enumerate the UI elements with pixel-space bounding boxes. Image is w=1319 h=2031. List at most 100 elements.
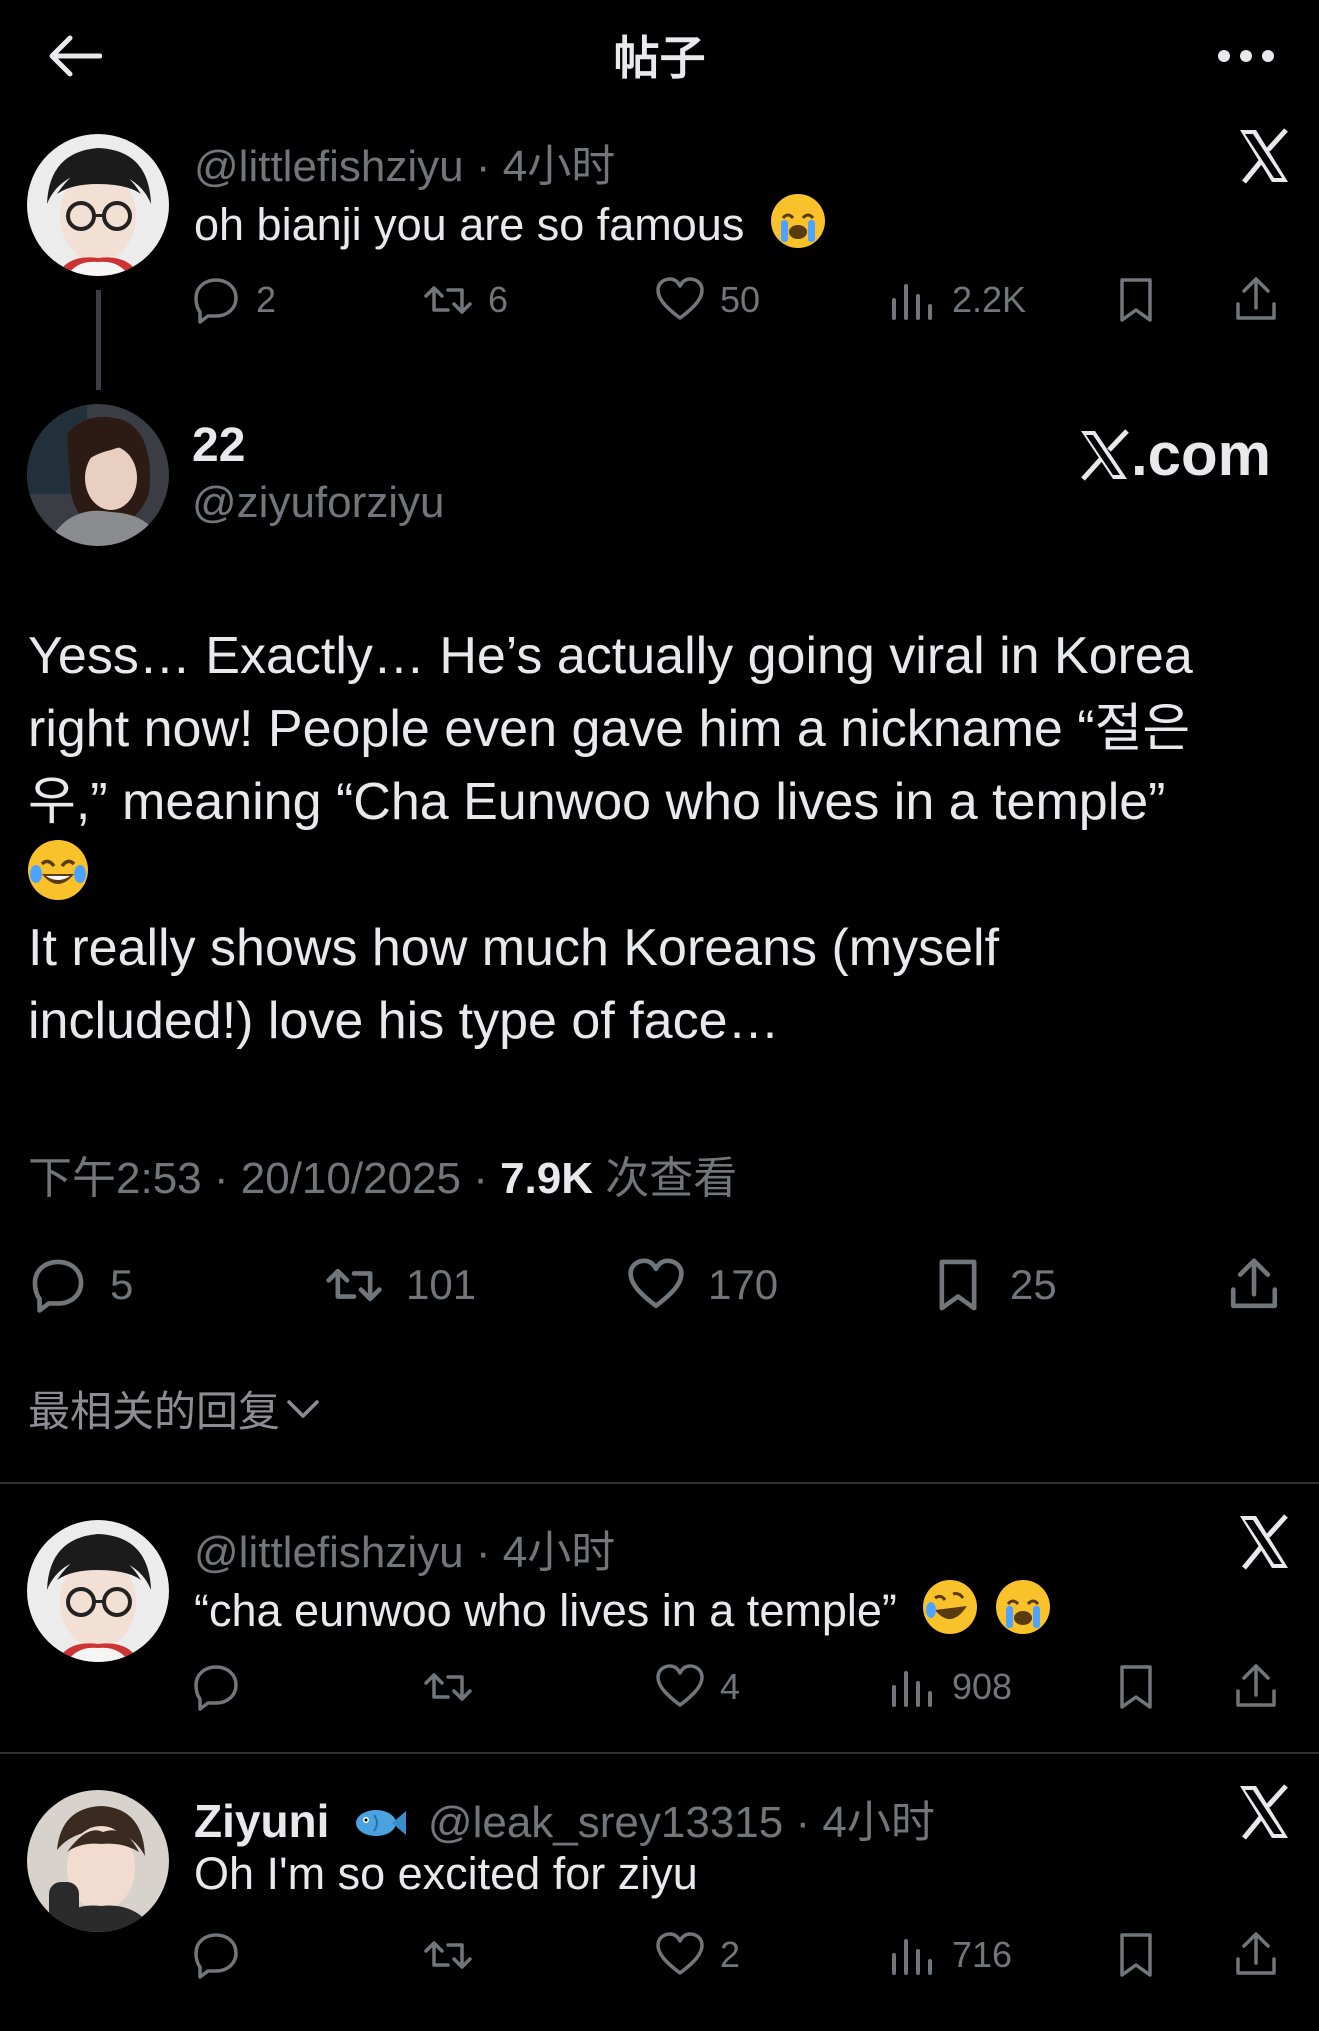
bookmark-icon: [1120, 278, 1152, 322]
reply-button[interactable]: 2: [190, 265, 276, 335]
x-logo-icon: [1080, 428, 1129, 481]
thread-connector: [96, 290, 101, 390]
chevron-down-icon: [287, 1399, 319, 1418]
analytics-icon: [892, 284, 932, 320]
view-count: 716: [952, 1934, 1013, 1975]
analytics-icon: [892, 1939, 932, 1975]
tweet-text: oh bianji you are so famous: [194, 194, 825, 251]
tweet-meta: @littlefishziyu · 4小时: [194, 1516, 615, 1580]
heart-icon: [628, 1258, 684, 1309]
avatar[interactable]: [27, 1520, 169, 1662]
retweet-button[interactable]: 6: [422, 265, 508, 335]
tweet-time[interactable]: 4小时: [503, 142, 615, 191]
x-logo-icon: [1234, 126, 1294, 186]
bookmark-icon: [1120, 1665, 1152, 1709]
like-button[interactable]: 4: [654, 1652, 740, 1722]
views-button[interactable]: 908: [886, 1652, 1012, 1722]
reply-count: 5: [110, 1261, 134, 1308]
reply-button[interactable]: [190, 1652, 256, 1722]
reply-icon: [194, 1665, 238, 1711]
meta-separator: ·: [460, 1154, 501, 1203]
avatar[interactable]: [27, 404, 169, 546]
retweet-count: 6: [488, 279, 509, 320]
meta-separator: ·: [463, 142, 503, 191]
tweet-handle[interactable]: @littlefishziyu: [194, 142, 464, 191]
avatar[interactable]: [27, 1790, 169, 1932]
view-count: 2.2K: [952, 279, 1027, 320]
like-count: 2: [720, 1934, 741, 1975]
heart-icon: [656, 1664, 704, 1707]
post-emoji-line: [28, 839, 1268, 912]
views-label: 次查看: [605, 1154, 738, 1203]
sort-label: 最相关的回复: [28, 1388, 281, 1435]
tweet-handle[interactable]: @littlefishziyu: [194, 1528, 464, 1577]
retweet-icon: [424, 286, 472, 314]
meta-separator: ·: [463, 1528, 503, 1577]
rofl-emoji-icon: [923, 1580, 978, 1634]
retweet-icon: [424, 1941, 472, 1969]
retweet-button[interactable]: [422, 1652, 488, 1722]
author-handle[interactable]: @ziyuforziyu: [192, 478, 445, 528]
reply-sort-dropdown[interactable]: 最相关的回复: [28, 1378, 320, 1439]
reply-button[interactable]: [190, 1920, 256, 1990]
crying-emoji-icon: [995, 1580, 1050, 1634]
share-icon: [1230, 1258, 1278, 1309]
avatar[interactable]: [27, 134, 169, 276]
avatar-image: [27, 1790, 169, 1932]
avatar-image: [27, 404, 169, 546]
tweet-text-content: Oh I'm so excited for ziyu: [194, 1848, 698, 1899]
views-button[interactable]: 2.2K: [886, 265, 1026, 335]
views-button[interactable]: 716: [886, 1920, 1012, 1990]
bookmark-button[interactable]: [1110, 265, 1162, 335]
retweet-icon: [326, 1268, 382, 1302]
post-line: 우,” meaning “Cha Eunwoo who lives in a t…: [28, 773, 1166, 831]
tweet-actions: 2 6 50 2.2K: [190, 265, 1290, 335]
x-logo-icon: [1234, 1782, 1294, 1842]
tweet-text-content: “cha eunwoo who lives in a temple”: [194, 1585, 897, 1636]
avatar-image: [27, 134, 169, 276]
share-button[interactable]: [1230, 265, 1282, 335]
watermark-text: .com: [1130, 421, 1271, 488]
retweet-button[interactable]: [422, 1920, 488, 1990]
retweet-button[interactable]: 101: [324, 1245, 476, 1325]
reply-icon: [32, 1259, 84, 1313]
avatar-image: [27, 1520, 169, 1662]
bookmark-button[interactable]: [1110, 1652, 1162, 1722]
like-button[interactable]: 170: [626, 1245, 778, 1325]
share-icon: [1236, 1932, 1276, 1975]
divider: [0, 1752, 1319, 1754]
reply-count: 2: [256, 279, 277, 320]
tweet-time[interactable]: 4小时: [822, 1798, 934, 1847]
more-icon: [1218, 50, 1274, 62]
post-view-count: 7.9K: [500, 1154, 594, 1203]
bookmark-count: 25: [1010, 1261, 1057, 1308]
crying-emoji-icon: [770, 194, 825, 248]
post-date[interactable]: 20/10/2025: [241, 1154, 461, 1203]
share-button[interactable]: [1230, 1920, 1282, 1990]
share-button[interactable]: [1224, 1245, 1284, 1325]
share-button[interactable]: [1230, 1652, 1282, 1722]
page-title: 帖子: [613, 32, 706, 84]
tweet-handle[interactable]: @leak_srey13315: [428, 1798, 783, 1847]
tweet-actions: 2 716: [190, 1920, 1290, 1990]
like-button[interactable]: 50: [654, 265, 760, 335]
post-time[interactable]: 下午2:53: [28, 1154, 202, 1203]
tweet-meta: Ziyuni @leak_srey13315 · 4小时: [194, 1786, 935, 1854]
watermark: .com: [1077, 420, 1271, 489]
tweet-time[interactable]: 4小时: [503, 1528, 615, 1577]
author-name[interactable]: 22: [192, 418, 245, 473]
author-name[interactable]: Ziyuni: [194, 1795, 329, 1847]
like-button[interactable]: 2: [654, 1920, 740, 1990]
tweet-actions: 4 908: [190, 1652, 1290, 1722]
meta-separator: ·: [201, 1154, 241, 1203]
post-line: Yess… Exactly… He’s actually going viral…: [28, 627, 1193, 685]
reply-button[interactable]: 5: [28, 1245, 133, 1325]
post-line: right now! People even gave him a nickna…: [28, 700, 1191, 758]
divider: [0, 1482, 1319, 1484]
heart-icon: [656, 277, 704, 320]
like-count: 170: [708, 1261, 779, 1308]
more-options-button[interactable]: [1211, 22, 1281, 90]
post-actions: 5 101 170 25: [28, 1245, 1288, 1325]
bookmark-button[interactable]: [1110, 1920, 1162, 1990]
bookmark-button[interactable]: 25: [928, 1245, 1057, 1325]
